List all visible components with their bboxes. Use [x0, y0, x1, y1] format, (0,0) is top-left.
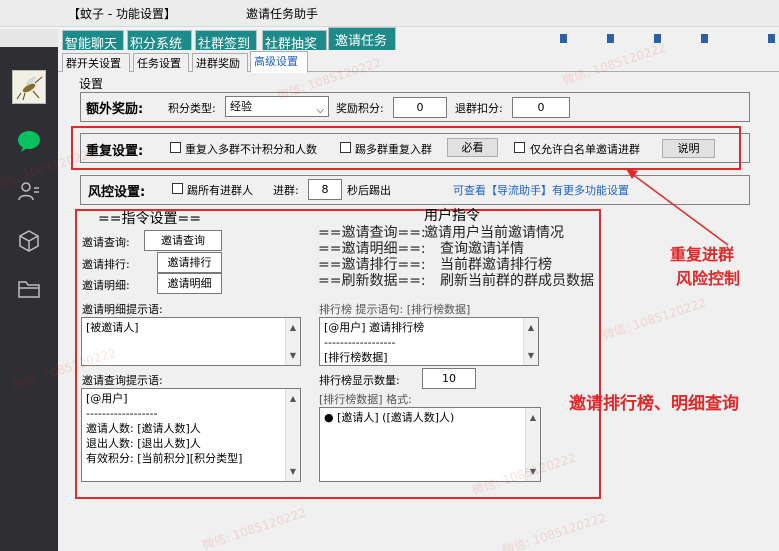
diversion-helper-link[interactable]: 可查看【导流助手】有更多功能设置 [453, 182, 629, 198]
cmd-input-detail[interactable]: 邀请明细 [157, 273, 222, 294]
rank-format-text: ● [邀请人] ([邀请人数]人) [324, 411, 455, 424]
kick-all-checkbox[interactable] [172, 183, 183, 194]
rank-format-label: [排行榜数据] 格式: [319, 393, 412, 406]
settings-group-label: 设置 [79, 77, 104, 91]
query-prompt-textarea[interactable]: [@用户] ------------------ 邀请人数: [邀请人数]人 退… [81, 388, 301, 482]
subtab-join-reward[interactable]: 进群奖励 [192, 53, 248, 72]
kick-multi-label: 踢多群重复入群 [355, 143, 432, 156]
rank-prompt-line-1: [@用户] 邀请排行榜 [324, 321, 425, 334]
whitelist-checkbox[interactable] [514, 142, 525, 153]
rank-count-label: 排行榜显示数量: [319, 374, 400, 387]
rank-count-input[interactable]: 10 [422, 368, 476, 389]
risk-title: 风控设置: [88, 185, 146, 200]
query-prompt-line-2: ------------------ [86, 407, 158, 420]
extra-reward-title: 额外奖励: [86, 102, 144, 117]
desc-refresh-text: 刷新当前群的群成员数据 [440, 273, 594, 289]
explain-button[interactable]: 说明 [662, 139, 715, 158]
whitelist-label: 仅允许白名单邀请进群 [530, 143, 640, 156]
cube-icon[interactable] [17, 229, 41, 253]
avatar[interactable] [12, 70, 46, 104]
chevron-down-icon: ⌵ [316, 105, 324, 116]
rank-prompt-line-3: [排行榜数据] [324, 351, 388, 364]
rejoin-label: 重复入多群不计积分和人数 [185, 143, 317, 156]
dialog-title: 邀请任务助手 [246, 7, 319, 21]
join-label: 进群: [273, 184, 299, 197]
cmd-label-query: 邀请查询: [82, 236, 130, 249]
subtab-group-switch[interactable]: 群开关设置 [62, 53, 130, 72]
reward-points-input[interactable]: 0 [393, 97, 447, 118]
commands-heading: ==指令设置== [98, 211, 201, 227]
detail-prompt-scrollbar[interactable]: ▲ ▼ [285, 318, 300, 365]
query-prompt-label: 邀请查询提示语: [82, 374, 163, 387]
cmd-label-detail: 邀请明细: [82, 279, 130, 292]
cmd-input-query[interactable]: 邀请查询 [144, 230, 222, 251]
points-type-select[interactable]: 经验 ⌵ [225, 96, 329, 117]
subtab-task-settings[interactable]: 任务设置 [133, 53, 189, 72]
points-type-value: 经验 [230, 100, 252, 113]
tab-group-lottery[interactable]: 社群抽奖 [262, 30, 327, 52]
detail-prompt-label: 邀请明细提示语: [82, 303, 163, 316]
subtab-advanced[interactable]: 高级设置 [250, 51, 308, 73]
after-seconds-label: 秒后踢出 [347, 184, 391, 197]
leave-deduct-input[interactable]: 0 [512, 97, 570, 118]
top-right-strip [440, 34, 779, 48]
detail-prompt-text: [被邀请人] [86, 321, 139, 334]
mosquito-icon [16, 76, 43, 101]
kick-multi-checkbox[interactable] [340, 142, 351, 153]
folder-icon[interactable] [17, 277, 41, 301]
query-prompt-line-1: [@用户] [86, 392, 128, 405]
annotation-repeat-line2: 风险控制 [676, 269, 741, 288]
cmd-input-rank[interactable]: 邀请排行 [157, 252, 222, 273]
chat-icon[interactable] [17, 129, 41, 153]
query-prompt-scrollbar[interactable]: ▲ ▼ [285, 389, 300, 481]
kick-all-label: 踢所有进群人 [187, 184, 253, 197]
rank-prompt-scrollbar[interactable]: ▲ ▼ [523, 318, 538, 365]
tab-points-system[interactable]: 积分系统 [127, 30, 192, 52]
tab-group-checkin[interactable]: 社群签到 [195, 30, 257, 52]
must-read-button[interactable]: 必看 [447, 138, 498, 157]
app-title: 【蚊子 - 功能设置】 [68, 7, 176, 21]
sidebar [0, 47, 58, 551]
tab-invite-task[interactable]: 邀请任务 [328, 27, 396, 51]
annotation-repeat-line1: 重复进群 [670, 245, 735, 264]
rank-prompt-label: 排行榜 提示语句: [排行榜数据] [319, 303, 471, 316]
points-type-label: 积分类型: [168, 102, 216, 115]
sidebar-top-strip [0, 29, 58, 47]
leave-deduct-label: 退群扣分: [455, 102, 503, 115]
reward-points-label: 奖励积分: [336, 102, 384, 115]
join-seconds-input[interactable]: 8 [308, 179, 342, 200]
rank-prompt-textarea[interactable]: [@用户] 邀请排行榜 ------------------ [排行榜数据] ▲… [319, 317, 539, 366]
cmd-label-rank: 邀请排行: [82, 258, 130, 271]
query-prompt-line-5: 有效积分: [当前积分][积分类型] [86, 452, 243, 465]
rejoin-checkbox[interactable] [170, 142, 181, 153]
tab-smart-chat[interactable]: 智能聊天 [62, 30, 124, 52]
query-prompt-line-3: 邀请人数: [邀请人数]人 [86, 422, 201, 435]
query-prompt-line-4: 退出人数: [退出人数]人 [86, 437, 201, 450]
rank-prompt-line-2: ------------------ [324, 336, 396, 349]
desc-refresh-cmd: ==刷新数据==: [318, 273, 426, 289]
